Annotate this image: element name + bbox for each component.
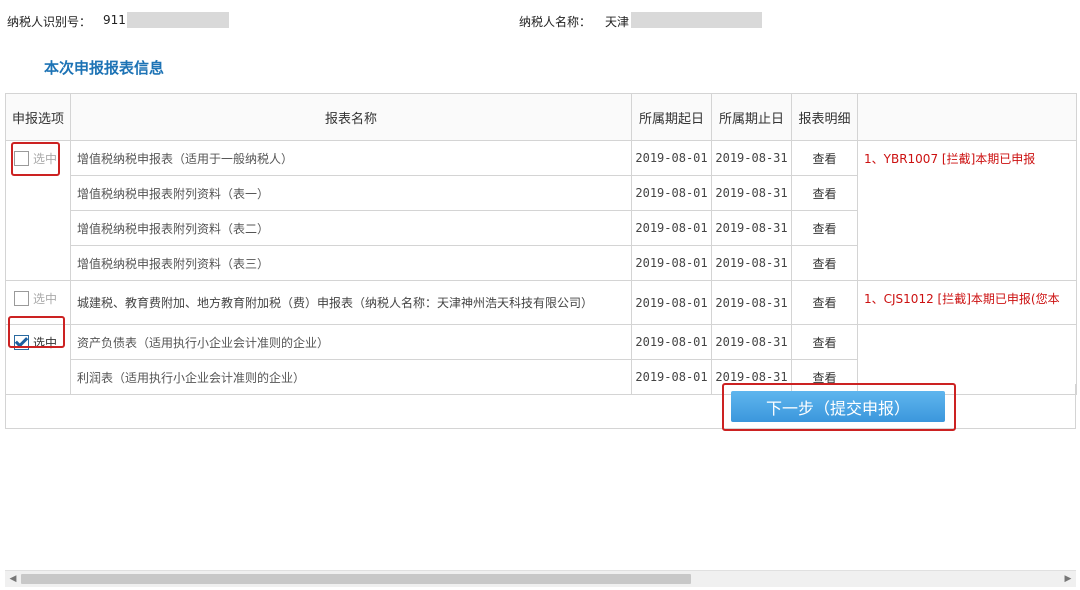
- end-date: 2019-08-31: [711, 140, 792, 176]
- highlight-box-vat: [11, 142, 60, 176]
- horizontal-scrollbar[interactable]: ◀ ▶: [5, 570, 1076, 587]
- start-date: 2019-08-01: [631, 210, 712, 246]
- option-label: 选中: [33, 292, 58, 306]
- start-date: 2019-08-01: [631, 245, 712, 281]
- table-row: 选中 城建税、教育费附加、地方教育附加税（费）申报表（纳税人名称：天津神州浩天科…: [5, 280, 1077, 325]
- end-date: 2019-08-31: [711, 210, 792, 246]
- end-date: 2019-08-31: [711, 280, 792, 325]
- end-date: 2019-08-31: [711, 175, 792, 211]
- view-link[interactable]: 查看: [791, 210, 858, 246]
- report-name: 增值税纳税申报表附列资料（表三）: [70, 245, 632, 281]
- redacted-id: [127, 12, 229, 28]
- taxpayer-id-value: 911: [103, 13, 126, 27]
- view-link[interactable]: 查看: [791, 324, 858, 360]
- checkbox-icon[interactable]: [14, 291, 29, 306]
- highlight-box-submit: [722, 383, 956, 431]
- report-name: 增值税纳税申报表附列资料（表一）: [70, 175, 632, 211]
- report-table: 申报选项 报表名称 所属期起日 所属期止日 报表明细 选中 增值税纳税申报表（适…: [5, 93, 1077, 395]
- option-cjs[interactable]: 选中: [14, 290, 70, 307]
- report-name: 资产负债表（适用执行小企业会计准则的企业）: [70, 324, 632, 360]
- highlight-box-financial: [8, 316, 65, 348]
- taxpayer-id-label: 纳税人识别号：: [7, 15, 92, 29]
- start-date: 2019-08-01: [631, 280, 712, 325]
- section-title: 本次申报报表信息: [44, 59, 165, 77]
- table-row: 选中 资产负债表（适用执行小企业会计准则的企业） 2019-08-01 2019…: [5, 324, 1077, 395]
- table-header: 申报选项 报表名称 所属期起日 所属期止日 报表明细: [5, 93, 1077, 141]
- col-option: 申报选项: [5, 93, 71, 141]
- end-date: 2019-08-31: [711, 245, 792, 281]
- view-link[interactable]: 查看: [791, 280, 858, 325]
- taxpayer-name-label: 纳税人名称：: [519, 15, 592, 29]
- table-row: 选中 增值税纳税申报表（适用于一般纳税人） 2019-08-01 2019-08…: [5, 140, 1077, 281]
- scroll-left-icon[interactable]: ◀: [5, 571, 21, 587]
- col-detail: 报表明细: [791, 93, 858, 141]
- taxpayer-name-value: 天津: [605, 15, 630, 29]
- start-date: 2019-08-01: [631, 324, 712, 360]
- scroll-thumb[interactable]: [21, 574, 691, 584]
- report-name: 增值税纳税申报表（适用于一般纳税人）: [70, 140, 632, 176]
- view-link[interactable]: 查看: [791, 140, 858, 176]
- col-report-name: 报表名称: [70, 93, 632, 141]
- scroll-right-icon[interactable]: ▶: [1060, 571, 1076, 587]
- error-message: 1、CJS1012 [拦截]本期已申报(您本: [857, 280, 1077, 325]
- col-message: [857, 93, 1077, 141]
- start-date: 2019-08-01: [631, 175, 712, 211]
- col-end-date: 所属期止日: [711, 93, 792, 141]
- view-link[interactable]: 查看: [791, 245, 858, 281]
- redacted-name: [631, 12, 762, 28]
- error-message: 1、YBR1007 [拦截]本期已申报: [857, 140, 1077, 281]
- taxpayer-info-bar: 纳税人识别号： 911 纳税人名称： 天津: [0, 0, 1080, 40]
- view-link[interactable]: 查看: [791, 175, 858, 211]
- end-date: 2019-08-31: [711, 324, 792, 360]
- report-name: 增值税纳税申报表附列资料（表二）: [70, 210, 632, 246]
- report-name: 城建税、教育费附加、地方教育附加税（费）申报表（纳税人名称：天津神州浩天科技有限…: [70, 280, 632, 325]
- start-date: 2019-08-01: [631, 140, 712, 176]
- col-start-date: 所属期起日: [631, 93, 712, 141]
